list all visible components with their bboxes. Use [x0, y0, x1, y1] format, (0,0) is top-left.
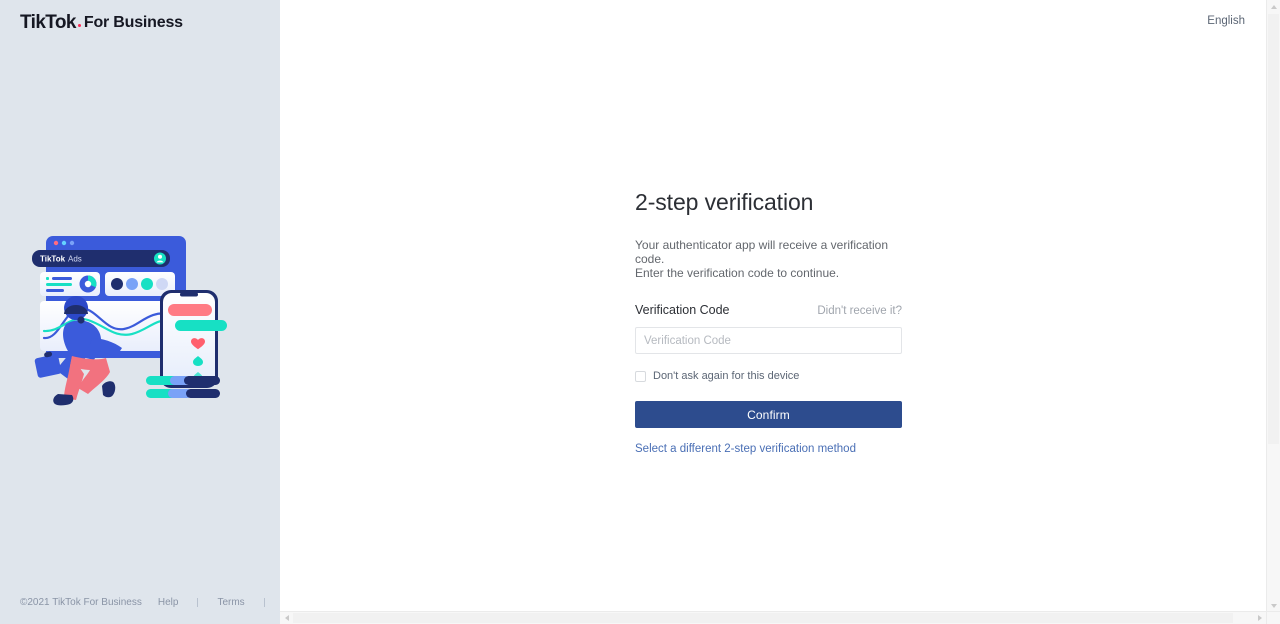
- footer-divider: [197, 598, 199, 607]
- page-title: 2-step verification: [635, 189, 814, 215]
- verification-code-input[interactable]: [635, 327, 902, 355]
- brand-logo[interactable]: TikTok For Business: [20, 13, 183, 32]
- confirm-button[interactable]: Confirm: [635, 401, 902, 429]
- horizontal-scrollbar-thumb[interactable]: [293, 613, 1233, 623]
- verification-field-header: Verification Code Didn't receive it?: [635, 303, 902, 317]
- svg-text:Ads: Ads: [68, 255, 82, 264]
- main-content: English 2-step verification Your authent…: [280, 0, 1280, 624]
- footer-link-terms[interactable]: Terms: [215, 597, 246, 608]
- scroll-right-arrow-icon[interactable]: [1253, 612, 1266, 624]
- description-line-2: Enter the verification code to continue.: [635, 266, 840, 281]
- verification-description: Your authenticator app will receive a ve…: [635, 238, 902, 281]
- scroll-up-arrow-icon[interactable]: [1267, 0, 1280, 13]
- horizontal-scrollbar[interactable]: [280, 611, 1280, 624]
- footer: ©2021 TikTok For Business Help Terms Pri…: [20, 597, 280, 608]
- verification-code-label: Verification Code: [635, 303, 730, 318]
- footer-divider: [263, 598, 265, 607]
- brand-dot-icon: [77, 24, 81, 27]
- remember-device-row[interactable]: Don't ask again for this device: [635, 370, 902, 382]
- description-line-1: Your authenticator app will receive a ve…: [635, 238, 889, 267]
- vertical-scrollbar-thumb[interactable]: [1268, 14, 1279, 444]
- footer-link-help[interactable]: Help: [156, 597, 181, 608]
- scrollbar-corner: [1266, 611, 1280, 624]
- remember-device-checkbox[interactable]: [635, 370, 646, 382]
- remember-device-label[interactable]: Don't ask again for this device: [653, 370, 799, 382]
- vertical-scrollbar[interactable]: [1266, 0, 1280, 612]
- svg-text:TikTok: TikTok: [40, 255, 66, 264]
- brand-tiktok-text: TikTok: [20, 12, 76, 33]
- verification-panel: 2-step verification Your authenticator a…: [635, 189, 902, 457]
- resend-code-link[interactable]: Didn't receive it?: [817, 305, 902, 317]
- language-selector[interactable]: English: [1207, 15, 1245, 27]
- login-page: TikTok For Business TikTok Ads ©2021 Tik…: [0, 0, 1280, 624]
- alternate-verification-method-link[interactable]: Select a different 2-step verification m…: [635, 443, 856, 455]
- footer-copyright: ©2021 TikTok For Business: [20, 597, 142, 608]
- sidebar: TikTok For Business TikTok Ads ©2021 Tik…: [0, 0, 280, 624]
- scroll-left-arrow-icon[interactable]: [280, 612, 293, 624]
- marketing-illustration: TikTok Ads: [18, 228, 268, 408]
- brand-forbusiness-text: For Business: [83, 13, 183, 31]
